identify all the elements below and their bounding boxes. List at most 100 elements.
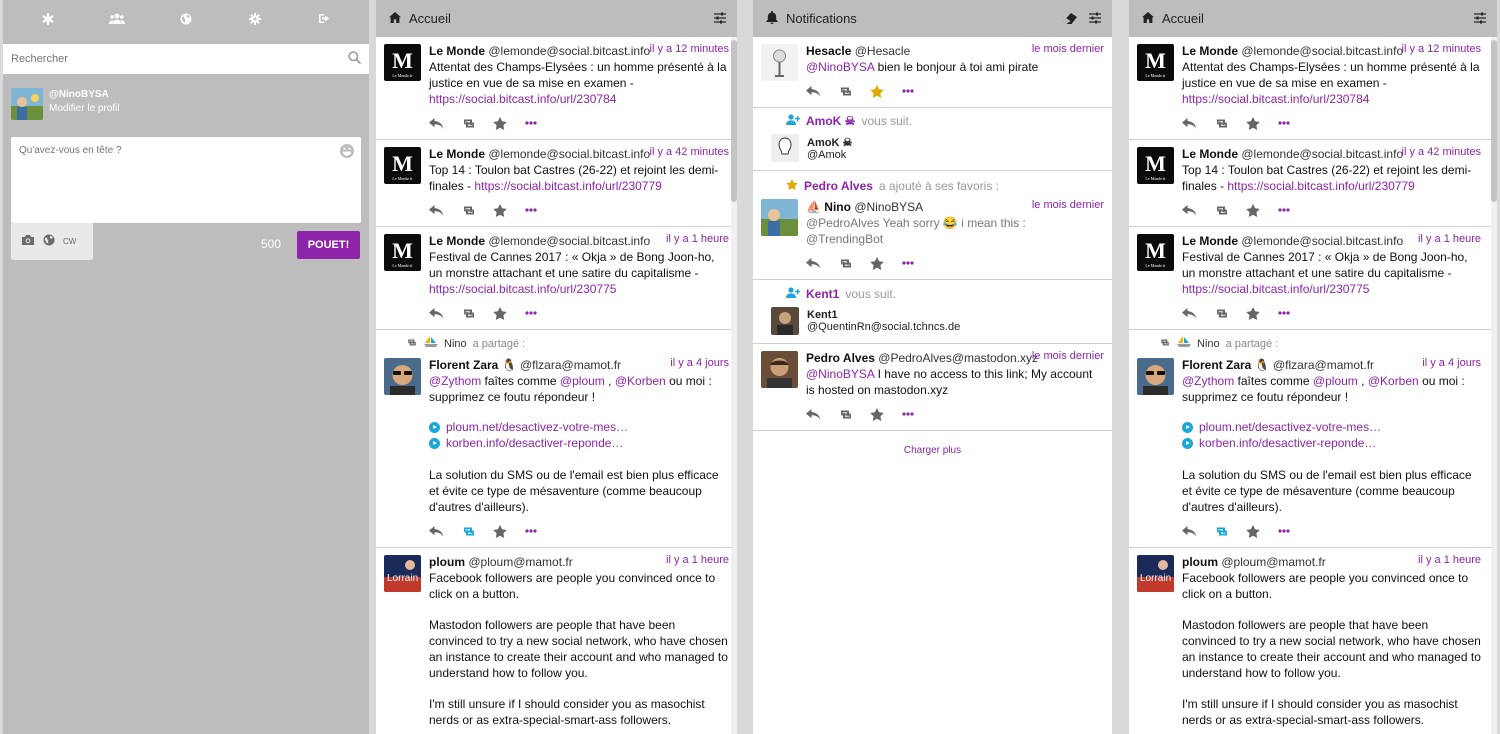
more-icon[interactable] [525,114,557,132]
status-link[interactable]: https://social.bitcast.info/url/230779 [1227,179,1414,193]
boosted-status[interactable]: Nino a partagé : Florent Zara 🐧 @flzara@m… [1129,330,1497,548]
column-settings-icon[interactable] [1089,12,1103,26]
more-icon[interactable] [902,405,934,423]
reply-icon[interactable] [1182,114,1214,132]
favourite-icon[interactable] [1246,114,1278,132]
reply-icon[interactable] [429,114,461,132]
link-card[interactable]: korben.info/desactiver-reponde… [429,435,729,451]
account-handle[interactable]: @lemonde@social.bitcast.info [1241,147,1403,161]
avatar[interactable]: M Le Monde.fr [1137,234,1174,271]
load-more-button[interactable]: Charger plus [753,431,1112,470]
notification-follow[interactable]: Kent1 vous suit. Kent1 @QuentinRn@social.t… [753,280,1112,344]
boost-icon[interactable] [461,201,493,219]
status[interactable]: M Le Monde.fr Le Monde @lemonde@social.bi… [376,37,737,140]
display-name[interactable]: Nino [824,200,851,214]
display-name[interactable]: ploum [429,555,465,569]
avatar[interactable] [11,88,43,120]
column-settings-icon[interactable] [714,12,728,26]
status[interactable]: ⛵ Nino @NinoBYSA le mois dernier @PedroA… [753,195,1112,279]
favouriter-name[interactable]: Pedro Alves [804,179,873,193]
avatar[interactable] [761,351,798,388]
boost-icon[interactable] [461,114,493,132]
account-handle[interactable]: @Amok [807,149,852,161]
account-handle[interactable]: @ploum@mamot.fr [468,555,572,569]
boost-icon[interactable] [461,304,493,322]
avatar[interactable]: M Le Monde.fr [384,44,421,81]
mention[interactable]: @NinoBYSA [806,60,874,74]
display-name[interactable]: Pedro Alves [806,351,875,365]
timestamp[interactable]: le mois dernier [1032,43,1104,55]
reply-icon[interactable] [806,82,838,100]
column-settings-icon[interactable] [1474,12,1488,26]
account-handle[interactable]: @lemonde@social.bitcast.info [1241,234,1403,248]
booster-name[interactable]: Nino [444,338,467,350]
content-warning-button[interactable]: CW [63,237,76,246]
display-name[interactable]: Le Monde [1182,147,1238,161]
notification-follow[interactable]: AmoK ☠ vous suit. AmoK ☠ @Amok [753,108,1112,171]
status[interactable]: M Le Monde.fr Le Monde @lemonde@social.bi… [1129,37,1497,140]
status[interactable]: M Le Monde.fr Le Monde @lemonde@social.bi… [1129,227,1497,330]
account-card[interactable]: AmoK ☠ @Amok [753,130,1112,170]
display-name[interactable]: Kent1 [807,309,960,321]
display-name[interactable]: Florent Zara [1182,358,1251,372]
link-card[interactable]: korben.info/desactiver-reponde… [1182,435,1481,451]
reply-icon[interactable] [1182,304,1214,322]
favourite-icon[interactable] [870,405,902,423]
more-icon[interactable] [1278,114,1310,132]
globe-icon[interactable] [43,234,55,249]
timestamp[interactable]: il y a 1 heure [1418,233,1481,245]
display-name[interactable]: Florent Zara [429,358,498,372]
scrollbar-thumb[interactable] [731,40,737,202]
account-handle[interactable]: @PedroAlves@mastodon.xyz [878,351,1038,365]
more-icon[interactable] [525,201,557,219]
booster-name[interactable]: Nino [1197,338,1220,350]
avatar[interactable]: Lorrain [384,555,421,592]
status-link[interactable]: https://social.bitcast.info/url/230775 [1182,282,1369,296]
more-icon[interactable] [1278,201,1310,219]
status[interactable]: M Le Monde.fr Le Monde @lemonde@social.bi… [376,227,737,330]
display-name[interactable]: ploum [1182,555,1218,569]
favourite-icon[interactable] [1246,304,1278,322]
favourite-icon[interactable] [493,201,525,219]
favourite-icon[interactable] [870,82,902,100]
boost-icon[interactable] [1214,522,1246,540]
avatar[interactable]: Lorrain [1137,555,1174,592]
account-handle[interactable]: @ploum@mamot.fr [1221,555,1325,569]
camera-icon[interactable] [21,234,35,249]
mention[interactable]: @ploum [560,374,605,388]
avatar[interactable] [771,307,799,335]
avatar[interactable] [384,358,421,395]
mention[interactable]: @Korben [1368,374,1419,388]
users-icon[interactable] [107,9,127,29]
status-link[interactable]: https://social.bitcast.info/url/230779 [474,179,661,193]
timestamp[interactable]: il y a 12 minutes [650,43,729,55]
timestamp[interactable]: il y a 1 heure [1418,554,1481,566]
more-icon[interactable] [1278,522,1310,540]
reply-icon[interactable] [1182,522,1214,540]
display-name[interactable]: Le Monde [1182,234,1238,248]
timestamp[interactable]: le mois dernier [1032,199,1104,211]
favourite-icon[interactable] [493,114,525,132]
favourite-icon[interactable] [870,254,902,272]
emoji-icon[interactable] [339,143,355,159]
link-card[interactable]: ploum.net/desactivez-votre-mes… [1182,419,1481,435]
account-handle[interactable]: @flzara@mamot.fr [1273,358,1374,372]
more-icon[interactable] [902,254,934,272]
boost-icon[interactable] [838,254,870,272]
mention[interactable]: @Zythom [429,374,481,388]
column-header[interactable]: Notifications [753,0,1112,37]
mention[interactable]: @Korben [615,374,666,388]
avatar[interactable] [1137,358,1174,395]
boost-icon[interactable] [1214,201,1246,219]
notification-mention[interactable]: Pedro Alves @PedroAlves@mastodon.xyz le … [753,344,1112,431]
asterisk-icon[interactable] [38,9,58,29]
boost-icon[interactable] [838,405,870,423]
timestamp[interactable]: il y a 1 heure [666,233,729,245]
column-header[interactable]: Accueil [376,0,737,37]
display-name[interactable]: Le Monde [429,44,485,58]
compose-textarea[interactable] [19,145,329,205]
avatar[interactable]: M Le Monde.fr [1137,147,1174,184]
avatar[interactable]: M Le Monde.fr [384,147,421,184]
favourite-icon[interactable] [1246,201,1278,219]
profile-handle[interactable]: @NinoBYSA [49,88,120,102]
